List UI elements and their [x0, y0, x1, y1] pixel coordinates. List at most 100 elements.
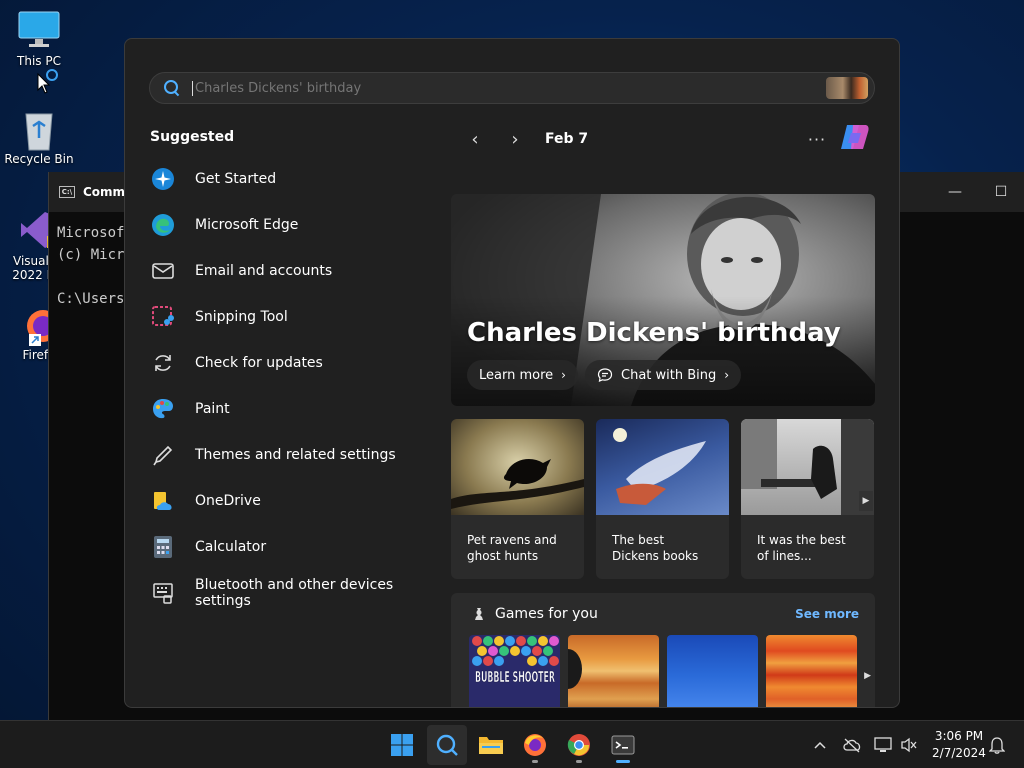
firefox-icon — [524, 734, 546, 756]
chat-bubble-icon — [597, 367, 613, 383]
game-tile-bubble-shooter[interactable]: BUBBLE SHOOTER — [469, 635, 560, 707]
minimize-button[interactable]: — — [932, 172, 978, 212]
previous-date-button[interactable]: ‹ — [455, 125, 495, 153]
suggested-item-label: Microsoft Edge — [195, 217, 299, 233]
dickens-desk-image — [741, 419, 874, 515]
network-tray-button[interactable] — [872, 721, 894, 768]
terminal-icon — [611, 735, 635, 755]
suggested-item-check-updates[interactable]: Check for updates — [151, 340, 441, 386]
cmd-tab-title: Comm — [83, 185, 126, 199]
start-button[interactable] — [382, 725, 422, 765]
highlight-card-dickens-books[interactable]: The best Dickens books — [596, 419, 729, 579]
suggested-item-bluetooth-devices[interactable]: Bluetooth and other devices settings — [151, 570, 441, 616]
calculator-icon — [151, 535, 175, 559]
suggested-list: Get Started Microsoft Edge Email and acc… — [151, 156, 441, 616]
dickens-books-image — [596, 419, 729, 515]
highlight-card-ravens[interactable]: Pet ravens and ghost hunts — [451, 419, 584, 579]
cards-next-arrow[interactable]: ▶ — [859, 491, 873, 511]
maximize-button[interactable]: ☐ — [978, 172, 1024, 212]
notifications-button[interactable] — [986, 721, 1008, 768]
games-heading: Games for you — [471, 606, 598, 622]
onedrive-tray-button[interactable] — [840, 721, 864, 768]
next-date-button[interactable]: › — [495, 125, 535, 153]
taskbar-search-button[interactable] — [427, 725, 467, 765]
suggested-item-paint[interactable]: Paint — [151, 386, 441, 432]
firefox-taskbar-button[interactable] — [515, 725, 555, 765]
desktop-icon-this-pc[interactable]: This PC — [0, 10, 78, 68]
game-tile-shape — [568, 649, 582, 689]
chrome-icon — [567, 734, 590, 756]
monitor-icon — [17, 10, 61, 50]
see-more-link[interactable]: See more — [795, 607, 859, 621]
chevron-right-icon: › — [724, 368, 730, 382]
copilot-icon[interactable] — [837, 121, 871, 153]
chat-with-bing-label: Chat with Bing — [621, 367, 717, 383]
highlight-card-best-lines[interactable]: It was the best of lines... — [741, 419, 874, 579]
busy-cursor-icon — [37, 68, 61, 98]
suggested-item-themes-settings[interactable]: Themes and related settings — [151, 432, 441, 478]
date-navigation: ‹ › Feb 7 — [455, 125, 588, 153]
show-hidden-icons-button[interactable] — [808, 721, 832, 768]
clock-date: 2/7/2024 — [932, 746, 986, 760]
search-highlight-thumbnail[interactable] — [826, 77, 868, 99]
suggested-item-email-accounts[interactable]: Email and accounts — [151, 248, 441, 294]
suggested-item-get-started[interactable]: Get Started — [151, 156, 441, 202]
snipping-tool-icon — [151, 305, 175, 329]
game-tile-3[interactable] — [667, 635, 758, 707]
desktop-icon-label: This PC — [17, 54, 61, 68]
game-tile-2[interactable] — [568, 635, 659, 707]
mail-icon — [151, 259, 175, 283]
suggested-item-label: OneDrive — [195, 493, 261, 509]
suggested-item-label: Snipping Tool — [195, 309, 288, 325]
game-tile-title: BUBBLE SHOOTER — [475, 668, 555, 686]
bell-icon — [989, 737, 1005, 754]
suggested-item-label: Calculator — [195, 539, 267, 555]
search-input[interactable] — [192, 80, 826, 96]
highlight-cards: Pet ravens and ghost hunts The best Dick… — [451, 419, 875, 579]
taskbar-clock[interactable]: 3:06 PM 2/7/2024 — [928, 728, 990, 762]
onedrive-icon — [151, 489, 175, 513]
refresh-icon — [151, 351, 175, 375]
games-next-arrow[interactable]: ▶ — [864, 671, 871, 681]
suggested-item-label: Check for updates — [195, 355, 323, 371]
desktop-icon-recycle-bin[interactable]: Recycle Bin — [0, 108, 78, 166]
desktop-icon-label: Recycle Bin — [4, 152, 74, 166]
card-title: The best Dickens books — [612, 533, 699, 563]
suggested-heading: Suggested — [150, 129, 235, 145]
active-indicator — [616, 760, 630, 763]
learn-more-button[interactable]: Learn more › — [467, 360, 578, 390]
suggested-item-onedrive[interactable]: OneDrive — [151, 478, 441, 524]
suggested-item-calculator[interactable]: Calculator — [151, 524, 441, 570]
chat-with-bing-button[interactable]: Chat with Bing › — [585, 360, 742, 390]
taskbar: 3:06 PM 2/7/2024 — [0, 720, 1024, 768]
suggested-item-label: Paint — [195, 401, 230, 417]
search-flyout: Suggested Get Started Microsoft Edge Ema… — [124, 38, 900, 708]
volume-tray-button[interactable] — [898, 721, 920, 768]
cmd-tab[interactable]: C:\ Comm — [59, 185, 125, 199]
more-options-button[interactable]: ··· — [803, 125, 831, 153]
suggested-item-label: Email and accounts — [195, 263, 333, 279]
paint-icon — [151, 397, 175, 421]
suggested-item-label: Get Started — [195, 171, 277, 187]
learn-more-label: Learn more — [479, 367, 554, 383]
cloud-offline-icon — [843, 738, 861, 753]
windows-logo-icon — [391, 734, 413, 756]
card-title: Pet ravens and ghost hunts — [467, 533, 557, 563]
clock-time: 3:06 PM — [934, 729, 984, 743]
get-started-icon — [151, 167, 175, 191]
suggested-item-snipping-tool[interactable]: Snipping Tool — [151, 294, 441, 340]
hero-card[interactable]: Charles Dickens' birthday Learn more › C… — [451, 194, 875, 406]
game-tile-4[interactable] — [766, 635, 857, 707]
suggested-item-label: Bluetooth and other devices settings — [195, 577, 394, 609]
suggested-item-edge[interactable]: Microsoft Edge — [151, 202, 441, 248]
search-icon — [436, 734, 458, 756]
devices-icon — [151, 581, 175, 605]
file-explorer-button[interactable] — [471, 725, 511, 765]
cmd-icon: C:\ — [59, 186, 75, 198]
search-box[interactable] — [149, 72, 875, 104]
terminal-taskbar-button[interactable] — [603, 725, 643, 765]
chrome-taskbar-button[interactable] — [559, 725, 599, 765]
network-icon — [874, 737, 892, 752]
hero-title[interactable]: Charles Dickens' birthday — [467, 318, 841, 348]
running-indicator — [532, 760, 538, 763]
